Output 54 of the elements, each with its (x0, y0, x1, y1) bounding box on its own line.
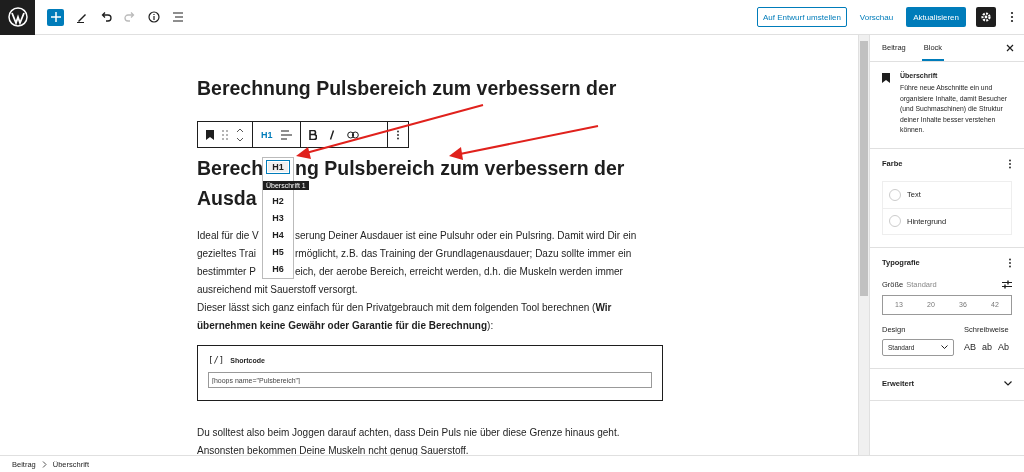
scrollbar[interactable] (858, 35, 869, 455)
align-icon[interactable] (280, 129, 292, 140)
bookmark-icon[interactable] (206, 129, 214, 140)
shortcode-icon: [/] (208, 355, 225, 365)
settings-button[interactable] (976, 7, 996, 27)
link-icon[interactable] (346, 130, 359, 139)
pencil-icon[interactable] (76, 11, 88, 23)
heading-level-option[interactable]: H3 (266, 211, 290, 225)
drag-handle-icon[interactable] (222, 129, 228, 140)
chevron-down-icon (1004, 380, 1012, 386)
paragraph-text: Du solltest also beim Joggen darauf achten, dass Dein Puls nie über diese Grenze hinaus geht. (197, 426, 620, 440)
paragraph-text: bestimmter P (197, 265, 257, 279)
letter-case-button[interactable]: ab (982, 342, 993, 352)
info-icon[interactable] (148, 11, 160, 23)
add-block-button[interactable] (47, 8, 64, 26)
heading-level-option[interactable]: H1 (266, 160, 290, 174)
preview-button[interactable]: Vorschau (854, 7, 899, 27)
heading-level-button[interactable]: H1 (261, 129, 273, 140)
paragraph-text: rmöglicht, z.B. das Training der Grundlagenausdauer; Dazu sollte immer ein (295, 247, 632, 261)
move-arrows-icon[interactable] (236, 126, 244, 143)
paragraph-text: eich, der aerobe Bereich, erreicht werden, d.h. die Muskeln werden immer (295, 265, 623, 279)
post-heading: ng Pulsbereich zum verbessern der (295, 157, 625, 179)
undo-icon[interactable] (100, 11, 112, 23)
paragraph-text: gezieltes Trai (197, 247, 257, 261)
post-heading: Ausda (197, 187, 257, 209)
paragraph-text: Ideal für die V (197, 229, 259, 243)
paragraph-text: Dieser lässt sich ganz einfach für den Privatgebrauch mit dem folgenden Tool berechnen (Wir (197, 301, 612, 315)
wordpress-icon (7, 7, 28, 27)
heading-level-option[interactable]: H5 (266, 245, 290, 259)
heading-level-option[interactable]: H2 (266, 194, 290, 208)
update-button[interactable]: Aktualisieren (906, 7, 966, 27)
list-view-icon[interactable] (172, 11, 184, 23)
letter-case-button[interactable]: AB (964, 342, 976, 352)
close-icon[interactable] (1006, 44, 1014, 52)
heading-level-option[interactable]: H4 (266, 228, 290, 242)
more-options-icon[interactable] (395, 129, 400, 140)
more-options-icon[interactable] (1008, 158, 1012, 169)
bookmark-icon (882, 73, 890, 83)
more-options-icon[interactable] (1008, 257, 1012, 268)
letter-case-button[interactable]: Ab (998, 342, 1010, 352)
paragraph-text: ausreichend mit Sauerstoff versorgt. (197, 283, 358, 297)
settings-icon (980, 11, 992, 23)
paragraph-text: serung Deiner Ausdauer ist eine Pulsuhr oder ein Pulsring. Damit wird Dir ein (295, 229, 637, 243)
draft-button[interactable]: Auf Entwurf umstellen (757, 7, 847, 27)
wordpress-logo[interactable] (0, 0, 35, 35)
chevron-down-icon (941, 345, 948, 349)
sliders-icon[interactable] (1002, 279, 1012, 289)
italic-icon[interactable] (328, 129, 335, 140)
more-options-icon[interactable] (1010, 11, 1014, 23)
paragraph-text: übernehmen keine Gewähr oder Garantie für die Berechnung): (197, 319, 494, 333)
bold-icon[interactable] (308, 129, 317, 140)
post-heading: Berechnung Pulsbereich zum verbessern der (197, 77, 617, 99)
chevron-icon (41, 460, 47, 468)
heading-level-option[interactable]: H6 (266, 262, 290, 276)
